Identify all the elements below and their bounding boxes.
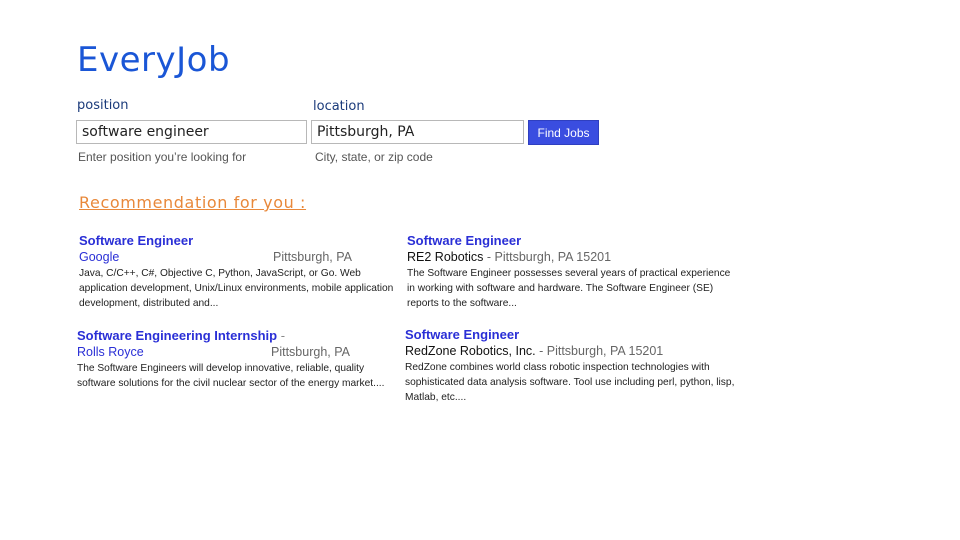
brand-logo: EveryJob bbox=[77, 40, 231, 80]
job-title-row: Software Engineering Internship - bbox=[77, 328, 397, 343]
job-location: Pittsburgh, PA bbox=[273, 250, 352, 264]
company-name: RedZone Robotics, Inc. bbox=[405, 344, 536, 358]
job-description: The Software Engineer possesses several … bbox=[407, 268, 731, 309]
job-card: Software Engineer RedZone Robotics, Inc.… bbox=[405, 327, 735, 405]
job-card: Software Engineer Google Pittsburgh, PA … bbox=[79, 233, 399, 311]
meta-separator: - bbox=[483, 250, 495, 264]
job-description: Java, C/C++, C#, Objective C, Python, Ja… bbox=[79, 268, 394, 309]
job-card: Software Engineer RE2 Robotics - Pittsbu… bbox=[407, 233, 737, 311]
job-location: Pittsburgh, PA 15201 bbox=[546, 344, 664, 358]
title-trail: - bbox=[277, 328, 286, 343]
job-meta: RedZone Robotics, Inc. - Pittsburgh, PA … bbox=[405, 344, 735, 358]
job-title-link[interactable]: Software Engineer bbox=[79, 233, 399, 248]
location-hint: City, state, or zip code bbox=[315, 150, 433, 164]
location-input[interactable] bbox=[311, 120, 524, 144]
location-label: location bbox=[313, 99, 365, 114]
company-link[interactable]: Rolls Royce bbox=[77, 345, 144, 359]
position-label: position bbox=[77, 98, 129, 113]
position-hint: Enter position you’re looking for bbox=[78, 150, 247, 164]
company-link[interactable]: Google bbox=[79, 250, 119, 264]
job-title-link[interactable]: Software Engineering Internship bbox=[77, 328, 277, 343]
find-jobs-button[interactable]: Find Jobs bbox=[528, 120, 599, 145]
job-description: RedZone combines world class robotic ins… bbox=[405, 362, 735, 403]
meta-separator: - bbox=[535, 344, 547, 358]
company-name: RE2 Robotics bbox=[407, 250, 484, 264]
job-title-link[interactable]: Software Engineer bbox=[405, 327, 735, 342]
recommendation-heading: Recommendation for you : bbox=[79, 193, 307, 212]
position-input[interactable] bbox=[76, 120, 307, 144]
job-description: The Software Engineers will develop inno… bbox=[77, 363, 385, 389]
job-search-page: EveryJob position location Find Jobs Ent… bbox=[0, 0, 960, 540]
job-location: Pittsburgh, PA 15201 bbox=[494, 250, 612, 264]
job-card: Software Engineering Internship - Rolls … bbox=[77, 328, 397, 391]
job-meta: RE2 Robotics - Pittsburgh, PA 15201 bbox=[407, 250, 737, 264]
job-title-link[interactable]: Software Engineer bbox=[407, 233, 737, 248]
job-location: Pittsburgh, PA bbox=[271, 345, 350, 359]
